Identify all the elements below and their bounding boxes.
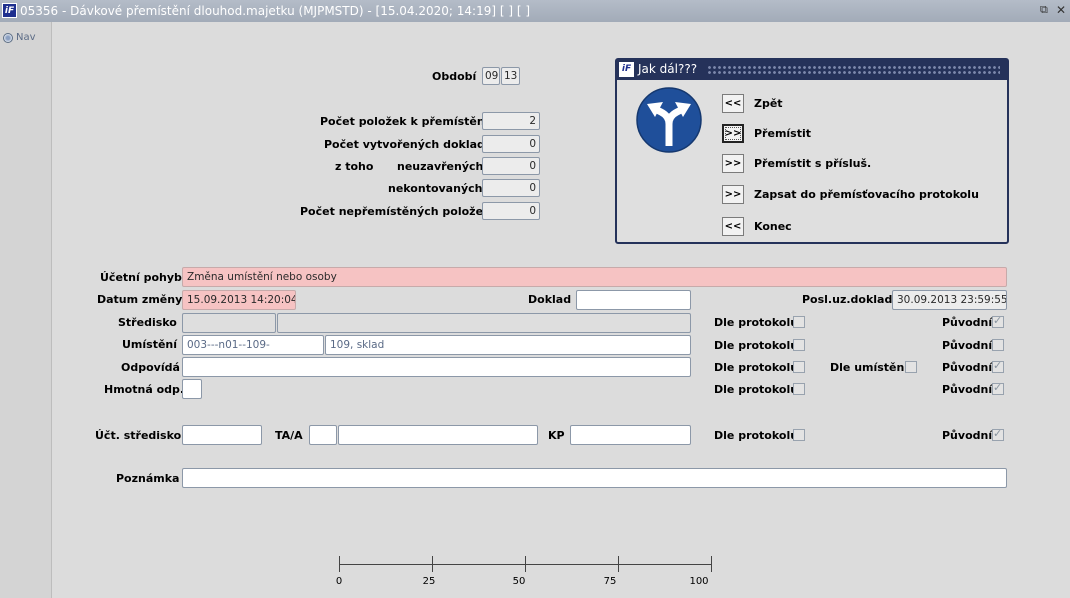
puvodni-checkbox-5[interactable] [992, 427, 1004, 441]
pocet-polozek-label: Počet položek k přemístění [320, 115, 489, 128]
neprem-field: 0 [482, 202, 540, 220]
dialog-title: Jak dál??? [638, 62, 698, 76]
poznamka-label: Poznámka [116, 472, 180, 485]
scale-tick-label: 100 [689, 576, 709, 587]
puvodni-checkbox-2[interactable] [992, 339, 1004, 351]
stredisko-name-field [277, 313, 691, 333]
nav-label: Nav [16, 32, 36, 43]
puvodni-checkbox-4[interactable] [992, 381, 1004, 395]
stredisko-label: Středisko [118, 316, 177, 329]
pocet-polozek-field: 2 [482, 112, 540, 130]
kp-label: KP [548, 429, 565, 442]
ztoho-label: z toho [335, 160, 374, 173]
nav-button[interactable]: Nav [2, 32, 48, 46]
zpet-label: Zpět [754, 97, 783, 110]
pocet-dokladu-field: 0 [482, 135, 540, 153]
obdobi-year-field[interactable]: 13 [501, 67, 520, 85]
posl-uz-doklad-field: 30.09.2013 23:59:55 [892, 290, 1007, 310]
obdobi-label: Období [432, 70, 477, 83]
premistit-s-prislus-button[interactable]: >> [722, 154, 744, 173]
puvodni-checkbox-1[interactable] [992, 314, 1004, 328]
scale-tick [618, 556, 619, 572]
dle-protokolu-label-2: Dle protokolu [714, 339, 799, 352]
hmotna-odp-label: Hmotná odp. [104, 383, 185, 396]
dle-protokolu-label-5: Dle protokolu [714, 429, 799, 442]
obdobi-month-field[interactable]: 09 [482, 67, 500, 85]
uct-stredisko-label: Účt. středisko [95, 429, 182, 442]
window-title: 05356 - Dávkové přemístění dlouhod.majet… [20, 4, 531, 18]
scale-tick-label: 25 [422, 576, 436, 587]
premistit-button[interactable]: >> [722, 124, 744, 143]
zpet-button[interactable]: << [722, 94, 744, 113]
dle-protokolu-checkbox-4[interactable] [793, 383, 805, 395]
premistit-label: Přemístit [754, 127, 812, 140]
nav-radio-icon [3, 33, 13, 43]
taa-label: TA/A [275, 429, 303, 442]
taa-name-field[interactable] [338, 425, 538, 445]
ucetni-pohyb-field[interactable]: Změna umístění nebo osoby [182, 267, 1007, 287]
kp-field[interactable] [570, 425, 691, 445]
split-arrow-sign-icon [636, 87, 702, 153]
dle-protokolu-label-4: Dle protokolu [714, 383, 799, 396]
nav-panel: Nav [0, 22, 52, 598]
poznamka-field[interactable] [182, 468, 1007, 488]
neuzavrenych-field: 0 [482, 157, 540, 175]
puvodni-label-3: Původní [942, 361, 993, 374]
app-logo-icon: iF [2, 3, 17, 18]
scale-tick-label: 50 [512, 576, 526, 587]
jak-dal-dialog: iF Jak dál??? << Zpět >> Přemístit >> Př… [615, 58, 1009, 244]
dle-umisteni-label: Dle umístění [830, 361, 909, 374]
neuzavrenych-label: neuzavřených [397, 160, 484, 173]
umisteni-name-field[interactable]: 109, sklad [325, 335, 691, 355]
puvodni-label-2: Původní [942, 339, 993, 352]
restore-icon[interactable]: ⧉ [1040, 4, 1052, 16]
nekontovanych-label: nekontovaných [388, 182, 483, 195]
scale-tick [711, 556, 712, 572]
dle-umisteni-checkbox[interactable] [905, 361, 917, 373]
close-icon[interactable]: ✕ [1056, 3, 1068, 17]
dle-protokolu-label-1: Dle protokolu [714, 316, 799, 329]
posl-uz-doklad-label: Posl.uz.doklad [802, 293, 893, 306]
nekontovanych-field: 0 [482, 179, 540, 197]
progress-scale: 0 25 50 75 100 [336, 556, 713, 587]
neprem-label: Počet nepřemístěných položek [300, 205, 491, 218]
datum-zmeny-field[interactable]: 15.09.2013 14:20:04 [182, 290, 296, 310]
zapsat-protokol-button[interactable]: >> [722, 185, 744, 204]
zapsat-protokol-label: Zapsat do přemísťovacího protokolu [754, 188, 979, 201]
dle-protokolu-label-3: Dle protokolu [714, 361, 799, 374]
puvodni-checkbox-3[interactable] [992, 359, 1004, 373]
odpovida-field[interactable] [182, 357, 691, 377]
puvodni-label-4: Původní [942, 383, 993, 396]
umisteni-label: Umístění [122, 338, 178, 351]
pocet-dokladu-label: Počet vytvořených dokladů [324, 138, 493, 151]
scale-tick [432, 556, 433, 572]
ucetni-pohyb-label: Účetní pohyb [100, 271, 182, 284]
umisteni-code-field[interactable]: 003---n01--109- [182, 335, 324, 355]
doklad-label: Doklad [528, 293, 572, 306]
uct-stredisko-field[interactable] [182, 425, 262, 445]
dle-protokolu-checkbox-5[interactable] [793, 429, 805, 441]
dle-protokolu-checkbox-2[interactable] [793, 339, 805, 351]
doklad-field[interactable] [576, 290, 691, 310]
scale-tick-label: 0 [335, 576, 343, 587]
stredisko-code-field[interactable] [182, 313, 276, 333]
scale-tick [339, 556, 340, 572]
taa-code-field[interactable] [309, 425, 337, 445]
window-titlebar: iF 05356 - Dávkové přemístění dlouhod.ma… [0, 0, 1070, 22]
datum-zmeny-label: Datum změny [97, 293, 183, 306]
hmotna-odp-field[interactable] [182, 379, 202, 399]
dle-protokolu-checkbox-1[interactable] [793, 316, 805, 328]
premistit-s-prislus-label: Přemístit s přísluš. [754, 157, 872, 170]
konec-button[interactable]: << [722, 217, 744, 236]
scale-tick [525, 556, 526, 572]
dle-protokolu-checkbox-3[interactable] [793, 361, 805, 373]
dialog-titlebar[interactable]: iF Jak dál??? [617, 60, 1007, 80]
konec-label: Konec [754, 220, 792, 233]
dialog-title-pattern [707, 65, 1000, 75]
odpovida-label: Odpovídá [121, 361, 180, 374]
dialog-logo-icon: iF [619, 62, 634, 77]
puvodni-label-1: Původní [942, 316, 993, 329]
scale-tick-label: 75 [603, 576, 617, 587]
puvodni-label-5: Původní [942, 429, 993, 442]
